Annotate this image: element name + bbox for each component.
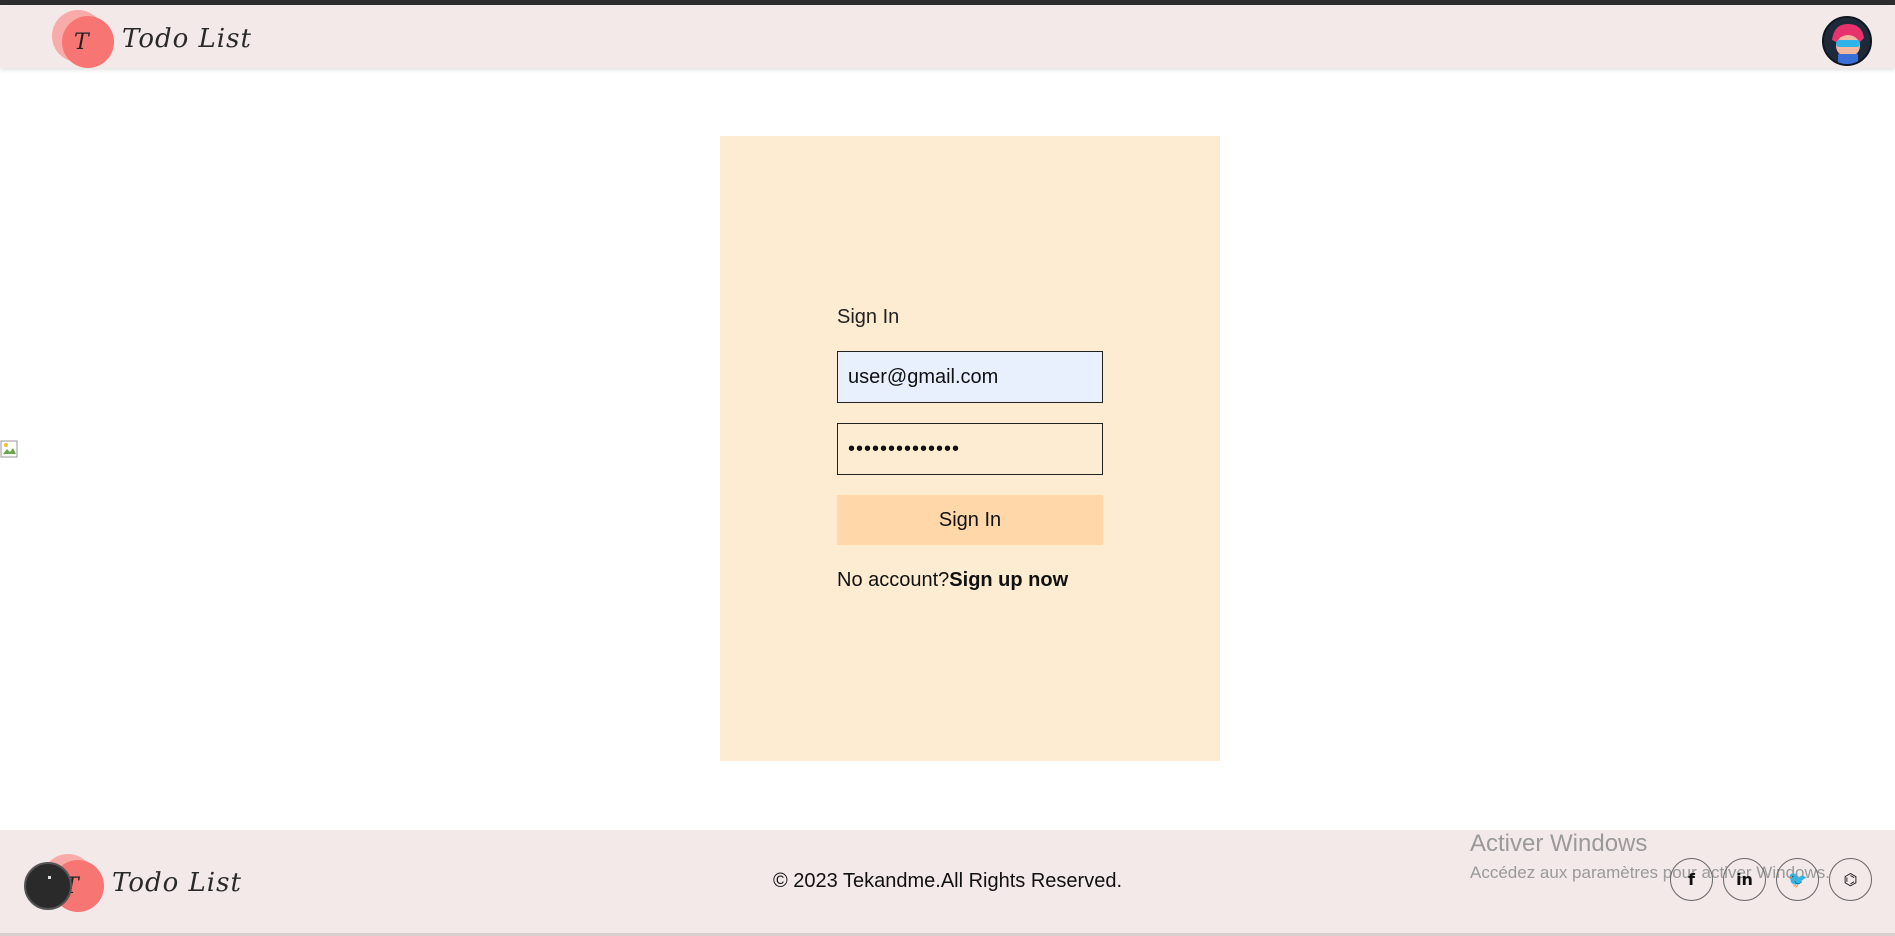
signup-link[interactable]: Sign up now — [949, 569, 1068, 591]
logo-text: Todo List — [122, 24, 252, 54]
signin-card: Sign In user@gmail.com •••••••••••••• Si… — [720, 136, 1220, 761]
header-logo[interactable]: T Todo List — [52, 8, 252, 70]
footer: T Todo List © 2023 Tekandme.All Rights R… — [0, 830, 1895, 936]
email-field[interactable]: user@gmail.com — [837, 351, 1103, 403]
email-value: user@gmail.com — [848, 365, 999, 388]
no-account-text: No account? — [837, 569, 950, 591]
watermark-title: Activer Windows — [1470, 830, 1648, 857]
logo-letter: T — [74, 30, 89, 55]
github-icon[interactable]: ⌬ — [1829, 858, 1872, 901]
logo-text: Todo List — [112, 868, 242, 898]
facebook-icon[interactable]: f — [1670, 858, 1713, 901]
password-field[interactable]: •••••••••••••• — [837, 423, 1103, 475]
logo-mark-icon: T — [52, 8, 114, 70]
signin-form: Sign In user@gmail.com •••••••••••••• Si… — [837, 306, 1103, 592]
user-avatar-icon[interactable] — [1822, 16, 1872, 66]
social-links: f in 🐦 ⌬ — [1670, 858, 1872, 901]
footer-logo[interactable]: T Todo List — [42, 852, 242, 914]
twitter-icon[interactable]: 🐦 — [1776, 858, 1819, 901]
broken-image-icon — [0, 440, 20, 460]
copyright-text: © 2023 Tekandme.All Rights Reserved. — [773, 870, 1122, 892]
signin-title: Sign In — [837, 306, 900, 328]
header: T Todo List — [0, 5, 1895, 68]
password-value: •••••••••••••• — [848, 437, 961, 460]
chat-bubble-icon[interactable] — [24, 862, 72, 910]
signin-button[interactable]: Sign In — [837, 495, 1103, 545]
linkedin-icon[interactable]: in — [1723, 858, 1766, 901]
signup-row: No account?Sign up now — [837, 569, 1103, 592]
